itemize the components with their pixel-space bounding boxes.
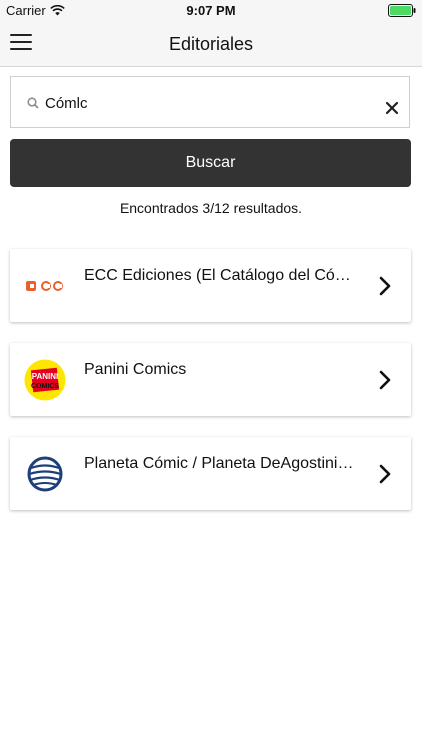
navigation-bar: Editoriales: [0, 22, 422, 67]
search-button[interactable]: Buscar: [10, 139, 411, 187]
publisher-item-planeta[interactable]: Planeta Cómic / Planeta DeAgostini Cómic…: [10, 437, 411, 510]
chevron-right-icon: [379, 464, 391, 484]
panini-logo-icon: PANINI COMICS: [24, 359, 66, 401]
publisher-name: Panini Comics: [84, 361, 187, 378]
panini-logo-text-bottom: COMICS: [31, 383, 59, 390]
status-bar: Carrier 9:07 PM: [0, 0, 422, 22]
battery-icon: [388, 4, 416, 20]
planeta-globe-icon: [24, 453, 66, 495]
ecc-logo-icon: [24, 265, 66, 307]
publisher-item-panini[interactable]: PANINI COMICS Panini Comics: [10, 343, 411, 416]
chevron-right-icon: [379, 276, 391, 296]
status-time: 9:07 PM: [186, 3, 236, 18]
publisher-item-ecc[interactable]: ECC Ediciones (El Catálogo del Cómic): [10, 249, 411, 322]
publisher-name: Planeta Cómic / Planeta DeAgostini Cómic…: [84, 455, 354, 472]
search-box: [10, 76, 410, 128]
clear-icon[interactable]: [385, 101, 399, 115]
search-input[interactable]: [45, 91, 365, 115]
search-icon: [27, 97, 39, 109]
results-count: Encontrados 3/12 resultados.: [119, 200, 303, 216]
panini-logo-text-top: PANINI: [32, 372, 59, 381]
publisher-name: ECC Ediciones (El Catálogo del Cómic): [84, 267, 354, 284]
page-title: Editoriales: [168, 34, 254, 54]
chevron-right-icon: [379, 370, 391, 390]
